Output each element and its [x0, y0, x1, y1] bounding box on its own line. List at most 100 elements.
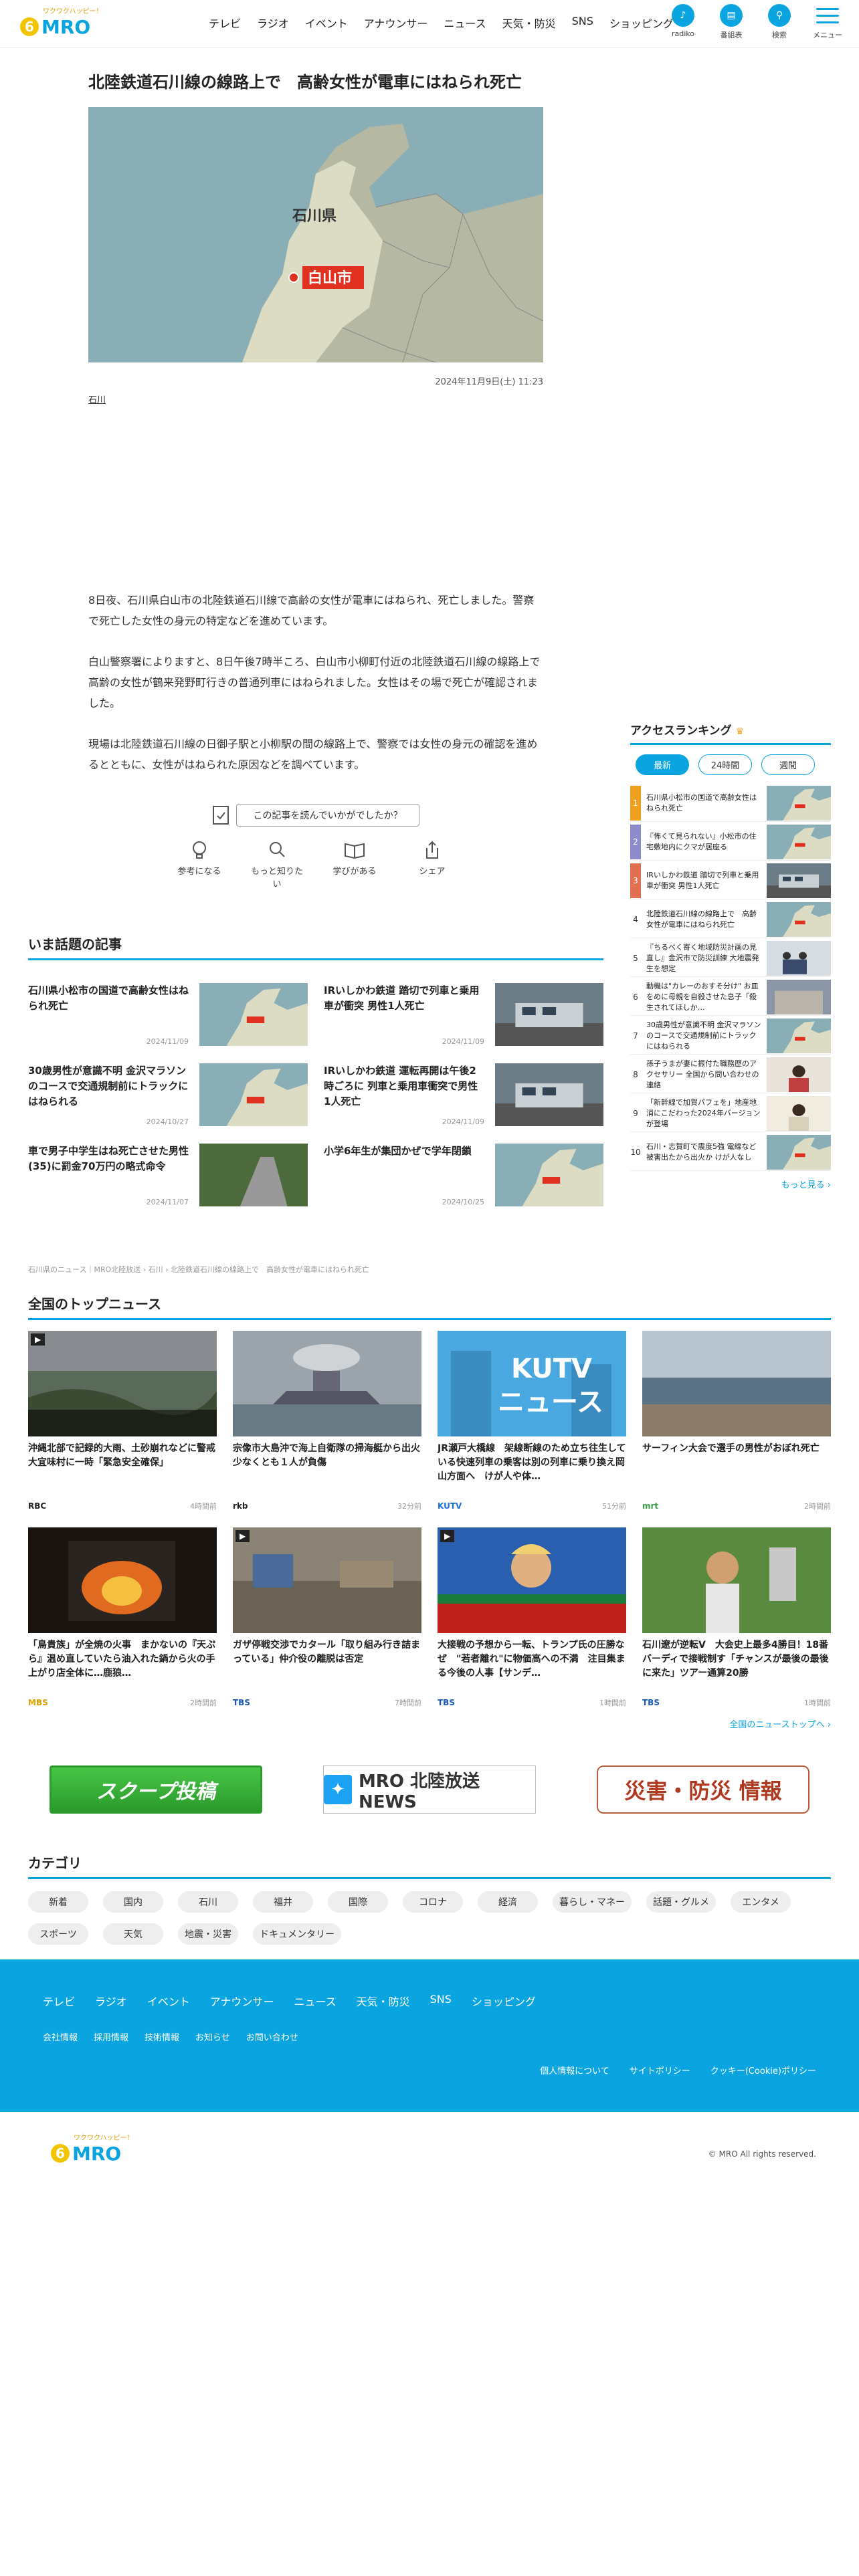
national-news-image[interactable]: ▶ — [233, 1527, 421, 1633]
national-news-card[interactable]: KUTV ニュース JR瀬戸大橋線 架線断線のため立ち往生している快速列車の乗客は別… — [438, 1331, 626, 1511]
trending-item-thumbnail[interactable] — [495, 1063, 603, 1126]
footer-link[interactable]: 会社情報 — [43, 2030, 78, 2043]
footer-link[interactable]: 天気・防災 — [357, 1993, 410, 2009]
ranking-item-title[interactable]: 『怖くて見られない』小松市の住宅敷地内にクマが居座る — [641, 831, 767, 853]
program-guide-link[interactable]: ▤ 番組表 — [712, 4, 751, 40]
footer-link[interactable]: 技術情報 — [145, 2030, 179, 2043]
footer-link[interactable]: 個人情報について — [540, 2064, 609, 2076]
ranking-item[interactable]: 3 IRいしかわ鉄道 踏切で列車と乗用車が衝突 男性1人死亡 — [630, 862, 831, 899]
tab-weekly[interactable]: 週間 — [761, 754, 815, 775]
article-tag[interactable]: 石川 — [88, 393, 543, 405]
menu-button[interactable]: メニュー — [808, 4, 847, 40]
national-news-title[interactable]: 大接戦の予想から一転、トランプ氏の圧勝なぜ "若者離れ"に物価高への不満 注目集… — [438, 1638, 626, 1696]
ranking-item[interactable]: 1 石川県小松市の国道で高齢女性はねられ死亡 — [630, 784, 831, 822]
category-chip[interactable]: 国内 — [103, 1891, 163, 1913]
national-news-title[interactable]: 石川遼が逆転V 大会史上最多4勝目！18番バーディで接戦制す「チャンスが最後の最… — [642, 1638, 831, 1696]
ranking-item[interactable]: 5 『ちるべく寄く地域防災計画の見直し』金沢市で防災訓練 大地震発生を想定 — [630, 940, 831, 977]
category-chip[interactable]: 石川 — [178, 1891, 238, 1913]
footer-link[interactable]: ニュース — [294, 1993, 336, 2009]
national-news-title[interactable]: サーフィン大会で選手の男性がおぼれ死亡 — [642, 1442, 831, 1499]
ranking-item[interactable]: 6 動機は"カレーのおすそ分け" お皿をめに母親を自殺させた息子「殺生されてほしか… — [630, 978, 831, 1016]
ranking-item-thumbnail[interactable] — [767, 1134, 831, 1170]
tab-latest[interactable]: 最新 — [636, 754, 689, 775]
footer-link[interactable]: お知らせ — [195, 2030, 230, 2043]
trending-item-thumbnail[interactable] — [199, 1063, 308, 1126]
ranking-item-thumbnail[interactable] — [767, 940, 831, 976]
trending-item[interactable]: 小学6年生が集団かぜで学年閉鎖 2024/10/25 — [324, 1144, 603, 1206]
footer-link[interactable]: イベント — [147, 1993, 190, 2009]
ranking-item-title[interactable]: 『ちるべく寄く地域防災計画の見直し』金沢市で防災訓練 大地震発生を想定 — [641, 942, 767, 974]
reaction-useful-button[interactable]: 参考になる — [172, 840, 227, 889]
ranking-item-thumbnail[interactable] — [767, 979, 831, 1014]
ranking-item-title[interactable]: 30歳男性が意識不明 金沢マラソンのコースで交通規制前にトラックにはねられる — [641, 1020, 767, 1052]
radiko-link[interactable]: ♪ radiko — [664, 4, 702, 40]
ranking-item[interactable]: 7 30歳男性が意識不明 金沢マラソンのコースで交通規制前にトラックにはねられる — [630, 1017, 831, 1055]
trending-item-thumbnail[interactable] — [199, 983, 308, 1046]
trending-item-title[interactable]: 石川県小松市の国道で高齢女性はねられ死亡 — [28, 983, 189, 1014]
ranking-item-title[interactable]: 「新幹線で加賀パフェを」地産地消にこだわった2024年バージョンが登場 — [641, 1097, 767, 1130]
trending-item-title[interactable]: IRいしかわ鉄道 踏切で列車と乗用車が衝突 男性1人死亡 — [324, 983, 484, 1014]
ranking-item-thumbnail[interactable] — [767, 901, 831, 937]
trending-item-title[interactable]: IRいしかわ鉄道 運転再開は午後2時ごろに 列車と乗用車衝突で男性1人死亡 — [324, 1063, 484, 1109]
category-chip[interactable]: 福井 — [253, 1891, 313, 1913]
nav-item-3[interactable]: アナウンサー — [356, 15, 436, 31]
ranking-item[interactable]: 8 孫子うまが妻に振付た職務歴のアクセサリー 全国から問い合わせの連絡 — [630, 1056, 831, 1093]
nav-item-4[interactable]: ニュース — [436, 15, 494, 31]
category-chip[interactable]: 話題・グルメ — [646, 1891, 716, 1913]
national-news-card[interactable]: 宗像市大島沖で海上自衛隊の掃海艇から出火 少なくとも１人が負傷 rkb 32分前 — [233, 1331, 421, 1511]
reaction-more-button[interactable]: もっと知りたい — [250, 840, 304, 889]
nav-item-2[interactable]: イベント — [297, 15, 356, 31]
national-news-title[interactable]: JR瀬戸大橋線 架線断線のため立ち往生している快速列車の乗客は別の列車に乗り換え… — [438, 1442, 626, 1499]
footer-link[interactable]: お問い合わせ — [246, 2030, 298, 2043]
trending-item[interactable]: IRいしかわ鉄道 運転再開は午後2時ごろに 列車と乗用車衝突で男性1人死亡 202… — [324, 1063, 603, 1126]
ranking-item-title[interactable]: 北陸鉄道石川線の線路上で 高齢女性が電車にはねられ死亡 — [641, 909, 767, 930]
ranking-item-title[interactable]: 石川県小松市の国道で高齢女性はねられ死亡 — [641, 792, 767, 814]
national-news-card[interactable]: 石川遼が逆転V 大会史上最多4勝目！18番バーディで接戦制す「チャンスが最後の最… — [642, 1527, 831, 1708]
ranking-item[interactable]: 2 『怖くて見られない』小松市の住宅敷地内にクマが居座る — [630, 823, 831, 861]
national-news-card[interactable]: 「鳥貴族」が全焼の火事 まかないの『天ぷら』温め直していたら油入れた鍋から火の手… — [28, 1527, 217, 1708]
category-chip[interactable]: エンタメ — [731, 1891, 791, 1913]
nav-item-1[interactable]: ラジオ — [249, 15, 297, 31]
ranking-more-link[interactable]: もっと見る › — [630, 1178, 831, 1190]
scoop-banner[interactable]: スクープ投稿 — [50, 1765, 262, 1814]
footer-link[interactable]: クッキー(Cookie)ポリシー — [710, 2064, 816, 2076]
national-news-image[interactable] — [233, 1331, 421, 1436]
nav-item-5[interactable]: 天気・防災 — [494, 15, 564, 31]
ranking-item-title[interactable]: 石川・志賀町で震度5強 電線など被害出たから出火か けが人なし — [641, 1142, 767, 1163]
category-chip[interactable]: 暮らし・マネー — [553, 1891, 632, 1913]
ranking-item[interactable]: 10 石川・志賀町で震度5強 電線など被害出たから出火か けが人なし — [630, 1134, 831, 1171]
ranking-item-thumbnail[interactable] — [767, 785, 831, 821]
nav-item-6[interactable]: SNS — [564, 15, 601, 31]
trending-item[interactable]: IRいしかわ鉄道 踏切で列車と乗用車が衝突 男性1人死亡 2024/11/09 — [324, 983, 603, 1046]
ranking-item-thumbnail[interactable] — [767, 1057, 831, 1092]
national-news-card[interactable]: ▶ 大接戦の予想から一転、トランプ氏の圧勝なぜ "若者離れ"に物価高への不満 注目… — [438, 1527, 626, 1708]
category-chip[interactable]: コロナ — [403, 1891, 463, 1913]
trending-item-title[interactable]: 30歳男性が意識不明 金沢マラソンのコースで交通規制前にトラックにはねられる — [28, 1063, 189, 1109]
national-news-card[interactable]: ▶ 沖縄北部で記録的大雨、土砂崩れなどに警戒 大宜味村に一時「緊急安全確保」 RBC… — [28, 1331, 217, 1511]
national-news-title[interactable]: ガザ停戦交渉でカタール「取り組み行き詰まっている」仲介役の離脱は否定 — [233, 1638, 421, 1696]
footer-link[interactable]: 採用情報 — [94, 2030, 128, 2043]
disaster-info-banner[interactable]: 災害・防災 情報 — [597, 1765, 809, 1814]
reaction-learn-button[interactable]: 学びがある — [327, 840, 382, 889]
trending-item-thumbnail[interactable] — [199, 1144, 308, 1206]
ranking-item[interactable]: 4 北陸鉄道石川線の線路上で 高齢女性が電車にはねられ死亡 — [630, 901, 831, 938]
nav-item-0[interactable]: テレビ — [201, 15, 249, 31]
category-chip[interactable]: 地震・災害 — [178, 1923, 238, 1945]
footer-link[interactable]: アナウンサー — [210, 1993, 274, 2009]
national-news-title[interactable]: 「鳥貴族」が全焼の火事 まかないの『天ぷら』温め直していたら油入れた鍋から火の手… — [28, 1638, 217, 1696]
breadcrumb[interactable]: 石川県のニュース｜MRO北陸放送 › 石川 › 北陸鉄道石川線の線路上で 高齢女… — [28, 1264, 369, 1275]
ranking-item-thumbnail[interactable] — [767, 1095, 831, 1131]
category-chip[interactable]: 国際 — [328, 1891, 388, 1913]
mro-logo[interactable]: ワクワクハッピー！ 6 MRO — [19, 4, 106, 41]
national-news-image[interactable]: ▶ — [28, 1331, 217, 1436]
category-chip[interactable]: 天気 — [103, 1923, 163, 1945]
footer-link[interactable]: テレビ — [43, 1993, 75, 2009]
national-news-image[interactable] — [28, 1527, 217, 1633]
footer-link[interactable]: ラジオ — [95, 1993, 127, 2009]
national-news-image[interactable]: ▶ — [438, 1527, 626, 1633]
national-more-link[interactable]: 全国のニューストップへ › — [28, 1717, 831, 1730]
category-chip[interactable]: ドキュメンタリー — [253, 1923, 341, 1945]
category-chip[interactable]: 経済 — [478, 1891, 538, 1913]
national-news-card[interactable]: サーフィン大会で選手の男性がおぼれ死亡 mrt 2時間前 — [642, 1331, 831, 1511]
footer-link[interactable]: ショッピング — [472, 1993, 536, 2009]
